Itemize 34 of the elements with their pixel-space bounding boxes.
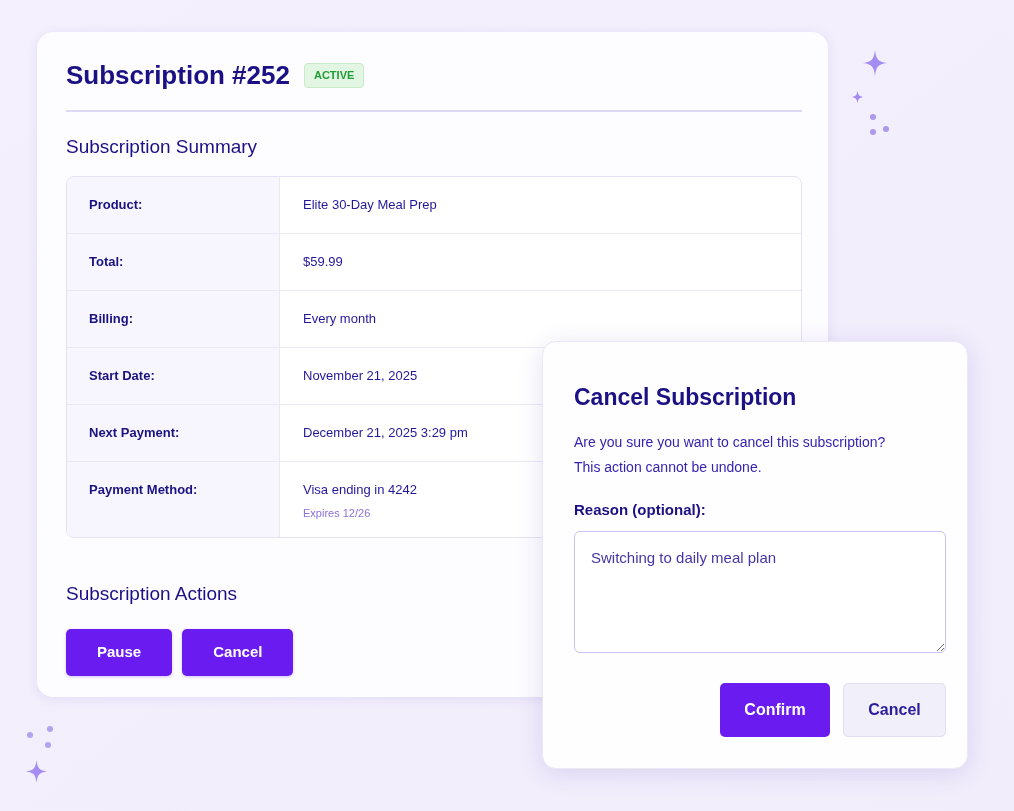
cancel-button[interactable]: Cancel [843, 683, 946, 737]
dot-icon [27, 732, 33, 738]
row-label: Total: [89, 254, 124, 270]
row-value: Every month [303, 311, 376, 327]
row-value: Elite 30-Day Meal Prep [303, 197, 437, 213]
row-label: Billing: [89, 311, 134, 327]
sparkle-icon [863, 50, 887, 76]
row-value: Visa ending in 4242 [303, 482, 417, 498]
row-label: Start Date: [89, 368, 155, 384]
dot-icon [870, 129, 876, 135]
reason-field[interactable]: Switching to daily meal plan [574, 531, 946, 653]
dot-icon [47, 726, 53, 732]
cancel-button[interactable]: Cancel [182, 629, 294, 676]
row-label: Payment Method: [89, 482, 198, 498]
section-heading: Subscription Actions [66, 582, 238, 606]
row-value: $59.99 [303, 254, 343, 270]
status-badge: ACTIVE [303, 62, 365, 88]
pause-button[interactable]: Pause [66, 629, 173, 676]
subscription-title: Subscription #252 [66, 60, 290, 90]
row-value: November 21, 2025 [303, 368, 418, 384]
sparkle-icon [26, 760, 47, 783]
dialog-title: Cancel Subscription [574, 383, 797, 412]
dot-icon [45, 742, 51, 748]
card-expiry-note: Expires 12/26 [303, 506, 371, 520]
row-label: Product: [89, 197, 143, 213]
dot-icon [883, 126, 889, 132]
field-label: Reason (optional): [574, 500, 706, 520]
sparkle-icon [852, 91, 863, 103]
confirm-button[interactable]: Confirm [720, 683, 830, 737]
row-value: December 21, 2025 3:29 pm [303, 425, 468, 441]
row-label: Next Payment: [89, 425, 180, 441]
section-heading: Subscription Summary [66, 135, 258, 159]
dot-icon [870, 114, 876, 120]
dialog-message: Are you sure you want to cancel this subscription? This action cannot be undone. [574, 433, 887, 477]
